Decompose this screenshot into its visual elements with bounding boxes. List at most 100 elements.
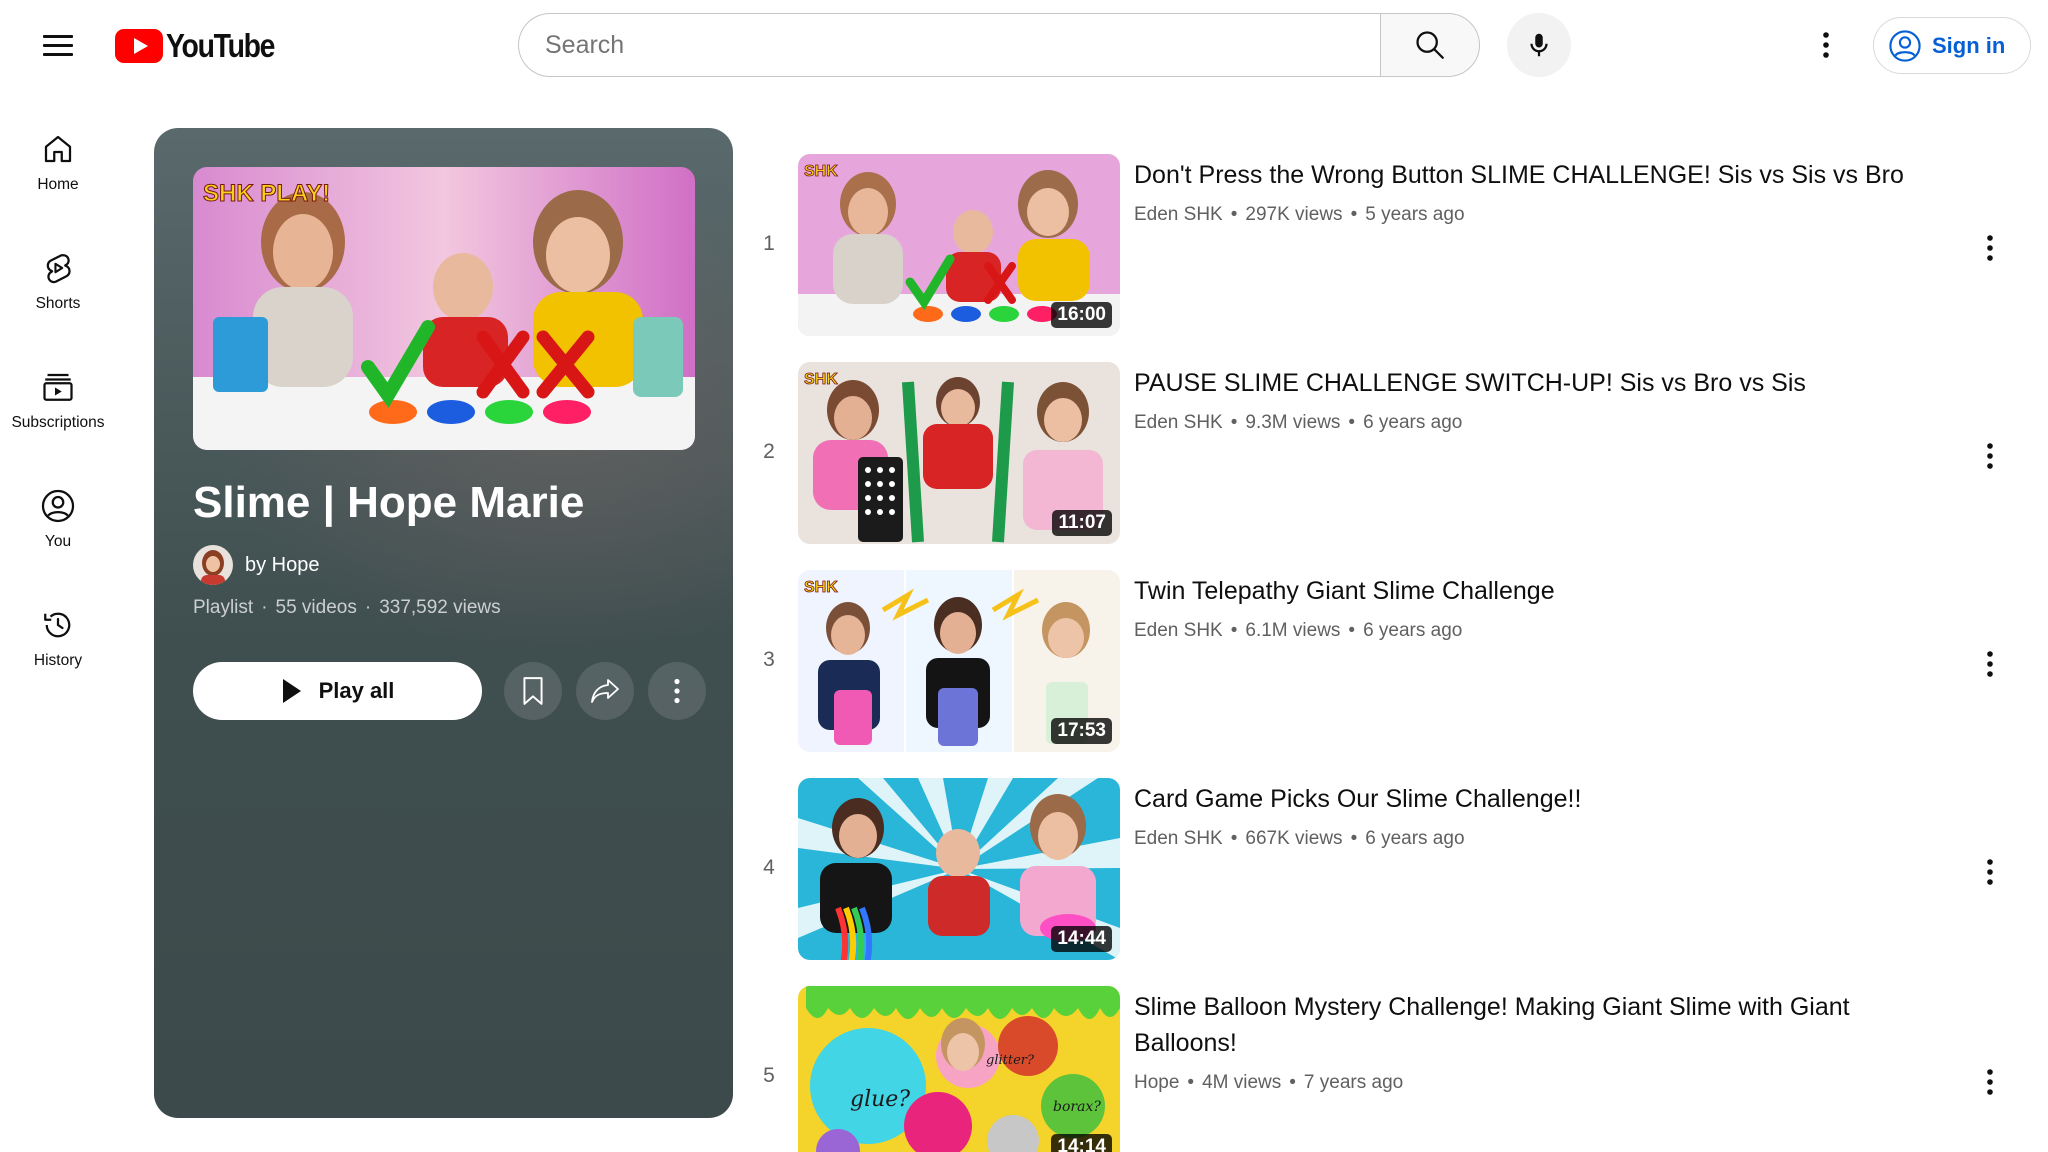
video-index: 3 bbox=[763, 648, 775, 671]
playlist-type: Playlist bbox=[193, 597, 254, 618]
meta-separator: • bbox=[1350, 204, 1358, 225]
view-count: 6.1M views bbox=[1245, 620, 1341, 641]
play-icon bbox=[282, 679, 301, 703]
video-index: 4 bbox=[763, 856, 775, 879]
playlist-thumbnail-image: SHK PLAY! bbox=[193, 167, 695, 450]
menu-icon[interactable] bbox=[38, 28, 78, 64]
microphone-icon bbox=[1530, 33, 1548, 57]
search-box bbox=[518, 13, 1381, 77]
meta-separator: • bbox=[1230, 828, 1238, 849]
thumbnail-image: glue? borax? glitter? bbox=[798, 986, 1120, 1152]
upload-age: 5 years ago bbox=[1365, 204, 1465, 225]
video-title[interactable]: Twin Telepathy Giant Slime Challenge bbox=[1134, 573, 1934, 609]
search-icon bbox=[1416, 31, 1444, 59]
playlist-title: Slime | Hope Marie bbox=[193, 478, 585, 527]
playlist-header-card: SHK PLAY! Slime | Hope Marie by Hope Pla… bbox=[154, 128, 733, 1118]
video-index: 5 bbox=[763, 1064, 775, 1087]
share-icon bbox=[591, 679, 619, 703]
video-title[interactable]: PAUSE SLIME CHALLENGE SWITCH-UP! Sis vs … bbox=[1134, 365, 1934, 401]
video-title[interactable]: Don't Press the Wrong Button SLIME CHALL… bbox=[1134, 157, 1934, 193]
video-count: 55 videos bbox=[275, 597, 357, 618]
sidebar-item-label: Home bbox=[37, 175, 79, 193]
channel-name[interactable]: Hope bbox=[1134, 1072, 1179, 1094]
video-title[interactable]: Slime Balloon Mystery Challenge! Making … bbox=[1134, 989, 1934, 1061]
avatar bbox=[193, 545, 233, 585]
voice-search-button[interactable] bbox=[1507, 13, 1571, 77]
upload-age: 6 years ago bbox=[1363, 620, 1463, 641]
play-all-button[interactable]: Play all bbox=[193, 662, 482, 720]
video-title[interactable]: Card Game Picks Our Slime Challenge!! bbox=[1134, 781, 1934, 817]
meta-separator: • bbox=[1230, 620, 1238, 641]
view-count: 297K views bbox=[1245, 204, 1343, 225]
youtube-logo[interactable]: YouTube bbox=[115, 26, 292, 66]
playlist-more-button[interactable] bbox=[648, 662, 706, 720]
list-item[interactable]: 2 SHK 11:07 PAUSE SLIME CHALLENGE SWITCH… bbox=[754, 362, 2034, 544]
list-item[interactable]: 4 14:44 Card Game Picks Our Slime Challe… bbox=[754, 778, 2034, 960]
playlist-owner[interactable]: by Hope bbox=[193, 545, 320, 585]
account-icon bbox=[1889, 29, 1921, 62]
settings-more-button[interactable] bbox=[1806, 25, 1846, 65]
video-thumbnail[interactable]: 14:44 bbox=[798, 778, 1120, 960]
upload-age: 6 years ago bbox=[1363, 412, 1463, 433]
video-thumbnail[interactable]: SHK 16:00 bbox=[798, 154, 1120, 336]
view-count: 667K views bbox=[1245, 828, 1343, 849]
channel-name[interactable]: Eden SHK bbox=[1134, 828, 1223, 850]
search-button[interactable] bbox=[1380, 13, 1480, 77]
video-more-button[interactable] bbox=[1970, 436, 2010, 476]
upload-age: 6 years ago bbox=[1365, 828, 1465, 849]
upload-age: 7 years ago bbox=[1303, 1072, 1404, 1093]
svg-text:borax?: borax? bbox=[1053, 1099, 1101, 1115]
video-index: 2 bbox=[763, 440, 775, 463]
meta-separator: • bbox=[1348, 620, 1356, 641]
owner-name[interactable]: by Hope bbox=[245, 554, 320, 577]
list-item[interactable]: 3 SHK 17:53 Twin Telepathy Giant Slime C… bbox=[754, 570, 2034, 752]
meta-separator: · bbox=[364, 597, 372, 618]
video-thumbnail[interactable]: SHK 11:07 bbox=[798, 362, 1120, 544]
sidebar-item-label: You bbox=[44, 532, 72, 550]
video-more-button[interactable] bbox=[1970, 1062, 2010, 1102]
more-vert-icon bbox=[1987, 859, 1993, 885]
sidebar-item-home[interactable]: Home bbox=[0, 110, 116, 214]
channel-name[interactable]: Eden SHK bbox=[1134, 412, 1223, 434]
bookmark-icon bbox=[523, 677, 543, 705]
share-button[interactable] bbox=[576, 662, 634, 720]
video-thumbnail[interactable]: SHK 17:53 bbox=[798, 570, 1120, 752]
channel-name[interactable]: Eden SHK bbox=[1134, 620, 1223, 642]
duration-badge: 11:07 bbox=[1052, 510, 1112, 536]
meta-separator: • bbox=[1348, 412, 1356, 433]
sidebar-item-label: Shorts bbox=[35, 294, 81, 312]
sidebar-item-label: History bbox=[33, 651, 83, 669]
save-playlist-button[interactable] bbox=[504, 662, 562, 720]
list-item[interactable]: 5 glue? borax? glitter? 14:14 Slime Ball… bbox=[754, 986, 2034, 1152]
svg-text:glitter?: glitter? bbox=[986, 1053, 1035, 1068]
meta-separator: · bbox=[261, 597, 268, 618]
duration-badge: 14:44 bbox=[1051, 926, 1112, 952]
duration-badge: 14:14 bbox=[1051, 1134, 1112, 1152]
meta-separator: • bbox=[1187, 1072, 1195, 1093]
more-vert-icon bbox=[674, 678, 680, 704]
shorts-icon bbox=[46, 253, 71, 283]
search-input[interactable] bbox=[545, 30, 1381, 60]
video-meta: Eden SHK • 667K views • 6 years ago bbox=[1134, 828, 1465, 850]
sidebar-item-you[interactable]: You bbox=[0, 467, 116, 571]
video-thumbnail[interactable]: glue? borax? glitter? 14:14 bbox=[798, 986, 1120, 1152]
video-meta: Hope • 4M views • 7 years ago bbox=[1134, 1072, 1403, 1094]
sidebar-item-history[interactable]: History bbox=[0, 586, 116, 690]
sidebar-item-shorts[interactable]: Shorts bbox=[0, 229, 116, 333]
video-meta: Eden SHK • 6.1M views • 6 years ago bbox=[1134, 620, 1462, 642]
sign-in-button[interactable]: Sign in bbox=[1873, 17, 2031, 74]
video-more-button[interactable] bbox=[1970, 852, 2010, 892]
video-more-button[interactable] bbox=[1970, 228, 2010, 268]
top-bar: YouTube Sign in bbox=[0, 0, 2048, 92]
playlist-thumbnail[interactable]: SHK PLAY! bbox=[193, 167, 695, 450]
list-item[interactable]: 1 SHK 16:00 Don't Press the Wrong Button… bbox=[754, 154, 2034, 336]
video-more-button[interactable] bbox=[1970, 644, 2010, 684]
channel-name[interactable]: Eden SHK bbox=[1134, 204, 1223, 226]
you-icon bbox=[41, 489, 75, 522]
meta-separator: • bbox=[1230, 412, 1238, 433]
sidebar-item-subscriptions[interactable]: Subscriptions bbox=[0, 348, 116, 452]
youtube-play-icon bbox=[115, 29, 163, 63]
duration-badge: 16:00 bbox=[1051, 302, 1112, 328]
play-all-label: Play all bbox=[318, 678, 395, 703]
meta-separator: • bbox=[1350, 828, 1358, 849]
